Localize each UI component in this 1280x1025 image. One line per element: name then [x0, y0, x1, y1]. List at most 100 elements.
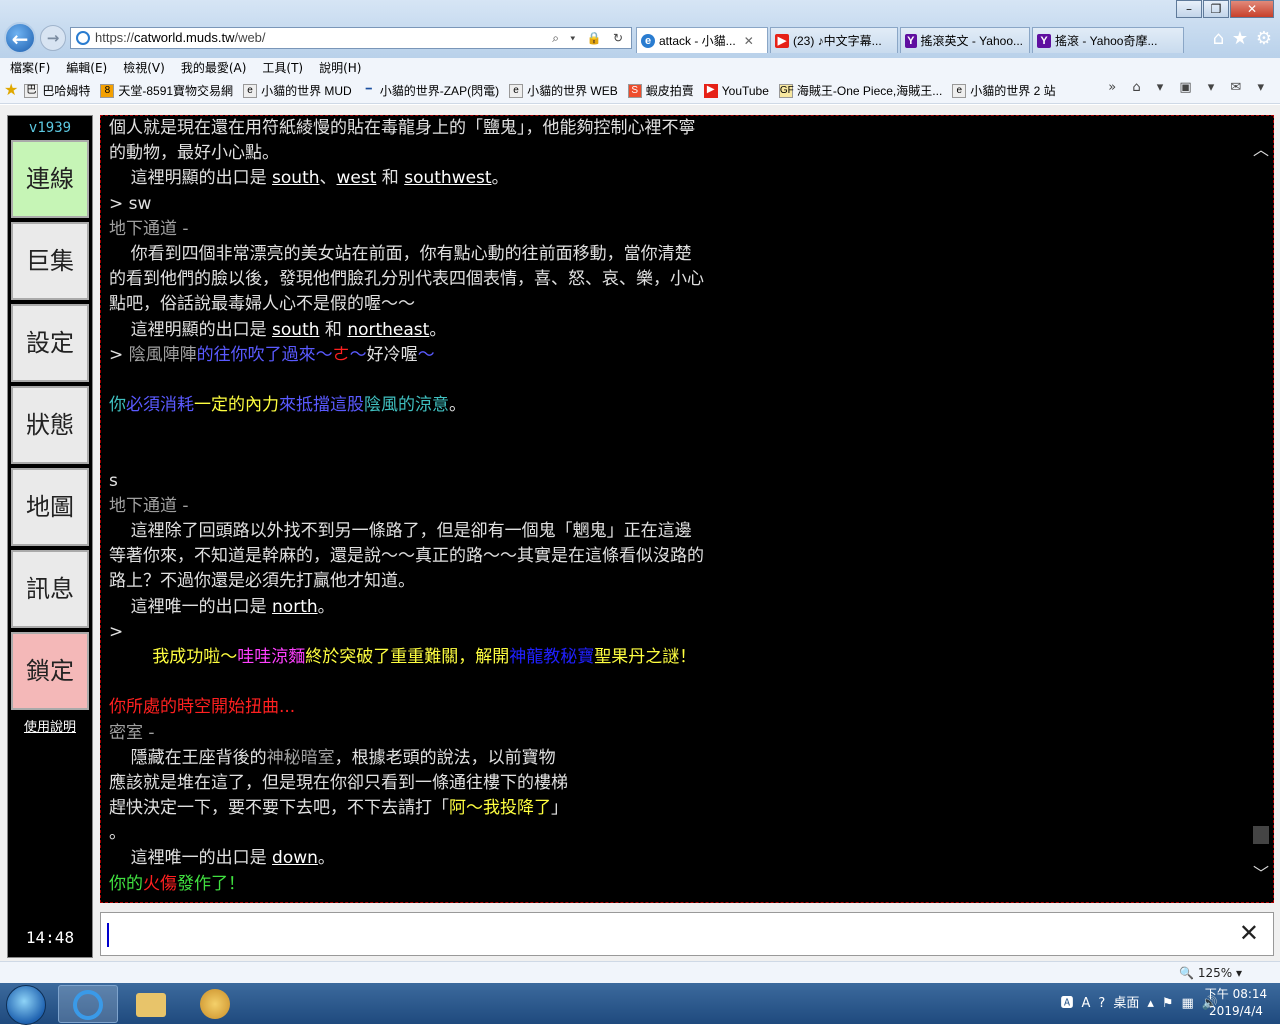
terminal-scrollbar[interactable]: ︿ ﹀	[1253, 136, 1269, 884]
settings-button[interactable]: 設定	[11, 304, 89, 382]
map-button[interactable]: 地圖	[11, 468, 89, 546]
taskbar-ie[interactable]	[58, 985, 118, 1023]
zoom-value: 125%	[1197, 966, 1233, 980]
lock-button[interactable]: 鎖定	[11, 632, 89, 710]
favorite-link[interactable]: 8 天堂-8591寶物交易網	[100, 78, 233, 103]
menu-edit[interactable]: 編輯(E)	[66, 58, 107, 78]
terminal-text: 應該就是堆在這了，但是現在你卻只看到一條通往樓下的樓梯	[109, 772, 568, 793]
favorite-link[interactable]: GF 海賊王-One Piece,海賊王...	[778, 78, 942, 103]
terminal-text: 發作了！	[177, 873, 245, 894]
terminal-text: 你	[109, 395, 126, 416]
settings-gear-icon[interactable]: ⚙	[1256, 28, 1272, 49]
taskbar-paint[interactable]	[186, 985, 246, 1023]
address-path: /web/	[234, 30, 266, 45]
exit-link[interactable]: northeast	[347, 320, 429, 340]
menu-tools[interactable]: 工具(T)	[262, 58, 303, 78]
favorite-link[interactable]: e 小貓的世界 2 站	[952, 78, 1056, 103]
back-button[interactable]: ←	[4, 22, 36, 54]
home-icon[interactable]: ⌂	[1213, 28, 1224, 49]
menu-help[interactable]: 說明(H)	[319, 58, 361, 78]
command-bar-icons[interactable]: » ⌂ ▾ ▣ ▾ ✉ ▾	[1108, 80, 1270, 95]
bahamut-icon: 巴	[24, 83, 39, 98]
start-button[interactable]	[6, 985, 46, 1025]
terminal-text: 密室 -	[109, 722, 155, 743]
terminal-line: 地下通道 -	[109, 217, 1249, 242]
exit-link[interactable]: southwest	[404, 168, 491, 188]
tab-label: 搖滾英文 - Yahoo...	[920, 33, 1023, 48]
terminal-text: 這裡唯一的出口是	[109, 596, 273, 617]
scroll-down-icon[interactable]: ﹀	[1253, 860, 1269, 884]
address-bar[interactable]: https://catworld.muds.tw/web/ ⌕ ▾ 🔒 ↻	[70, 27, 632, 49]
maximize-button[interactable]: ❐	[1203, 0, 1229, 18]
address-actions[interactable]: ⌕ ▾ 🔒 ↻	[552, 28, 627, 48]
page-icon: e	[952, 83, 967, 98]
terminal-text: 一定的內力	[194, 395, 279, 416]
terminal-text: 地下通道 -	[109, 495, 189, 516]
tab-yahoo-2[interactable]: Y 搖滾 - Yahoo奇摩...	[1032, 27, 1184, 53]
connect-button[interactable]: 連線	[11, 140, 89, 218]
exit-link[interactable]: south	[272, 320, 319, 340]
terminal-text: 來抵擋這股	[279, 395, 364, 416]
help-icon[interactable]: ?	[1098, 983, 1105, 1024]
tab-youtube[interactable]: ▶ (23) ♪中文字幕...	[770, 27, 898, 53]
yahoo-icon: Y	[1037, 33, 1051, 48]
menu-file[interactable]: 檔案(F)	[10, 58, 50, 78]
paint-icon	[200, 989, 230, 1019]
exit-link[interactable]: down	[272, 848, 318, 868]
minimize-button[interactable]: –	[1176, 0, 1202, 18]
terminal-line: 地下通道 -	[109, 494, 1249, 519]
exit-link[interactable]: west	[337, 168, 377, 188]
favorites-star-icon[interactable]: ★	[1232, 28, 1248, 49]
menu-view[interactable]: 檢視(V)	[123, 58, 165, 78]
macro-button[interactable]: 巨集	[11, 222, 89, 300]
messages-button[interactable]: 訊息	[11, 550, 89, 628]
terminal-text: 你所處的時空開始扭曲...	[109, 697, 296, 718]
flag-icon[interactable]: ⚑	[1162, 983, 1174, 1024]
folder-icon	[136, 993, 166, 1017]
status-button[interactable]: 狀態	[11, 386, 89, 464]
expand-tray-icon[interactable]: ▴	[1147, 983, 1154, 1024]
favorite-label: 巴哈姆特	[42, 83, 91, 98]
menu-favorites[interactable]: 我的最愛(A)	[181, 58, 247, 78]
browser-titlebar: – ❐ ✕ ← → https://catworld.muds.tw/web/ …	[0, 0, 1280, 58]
ie-page-icon: e	[641, 33, 655, 48]
desktop-toolbar[interactable]: 桌面	[1113, 983, 1139, 1024]
taskbar-explorer[interactable]	[122, 985, 182, 1023]
tab-label: attack - 小貓...	[659, 33, 736, 48]
exit-link[interactable]: south	[272, 168, 319, 188]
forward-button[interactable]: →	[40, 25, 66, 51]
terminal-text: 你的	[109, 873, 143, 894]
language-icon[interactable]: A	[1082, 983, 1091, 1024]
ime-icon[interactable]: 🅰	[1060, 983, 1073, 1024]
close-window-button[interactable]: ✕	[1230, 0, 1274, 18]
tab-yahoo-1[interactable]: Y 搖滾英文 - Yahoo...	[900, 27, 1030, 53]
favorite-label: 小貓的世界 MUD	[261, 83, 352, 98]
help-link[interactable]: 使用說明	[8, 716, 92, 735]
taskbar-date: 2019/4/4	[1209, 1004, 1263, 1018]
terminal-line: 等著你來，不知道是幹麻的，還是說～～真正的路～～其實是在這條看似沒路的	[109, 544, 1249, 569]
tab-label: (23) ♪中文字幕...	[793, 33, 882, 48]
command-input[interactable]: ✕	[100, 912, 1274, 956]
scroll-up-icon[interactable]: ︿	[1253, 136, 1269, 160]
favorite-link[interactable]: ━ 小貓的世界-ZAP(閃電)	[362, 78, 499, 103]
favorite-link[interactable]: e 小貓的世界 WEB	[509, 78, 618, 103]
terminal-text: 。	[491, 168, 509, 189]
favorites-star-icon[interactable]: ★	[4, 78, 18, 103]
network-icon[interactable]: ▦	[1182, 983, 1194, 1024]
favorite-link[interactable]: e 小貓的世界 MUD	[243, 78, 352, 103]
favorite-link[interactable]: S 蝦皮拍賣	[627, 78, 694, 103]
ie-page-icon	[76, 31, 90, 45]
tab-attack[interactable]: e attack - 小貓... ✕	[636, 27, 768, 53]
favorite-link[interactable]: 巴巴哈姆特	[24, 78, 90, 103]
close-tab-icon[interactable]: ✕	[744, 29, 754, 53]
favorite-link[interactable]: ▶ YouTube	[703, 78, 769, 103]
taskbar-clock[interactable]: 下午 08:14 2019/4/4	[1200, 986, 1272, 1020]
scroll-thumb[interactable]	[1253, 826, 1269, 844]
page-icon: e	[509, 83, 524, 98]
zoom-level[interactable]: 🔍 125% ▾	[1179, 962, 1242, 984]
clear-input-icon[interactable]: ✕	[1239, 919, 1259, 947]
exit-link[interactable]: north	[272, 597, 318, 617]
terminal-line: 這裡唯一的出口是 north。	[109, 595, 1249, 620]
terminal-line: 你所處的時空開始扭曲...	[109, 695, 1249, 720]
